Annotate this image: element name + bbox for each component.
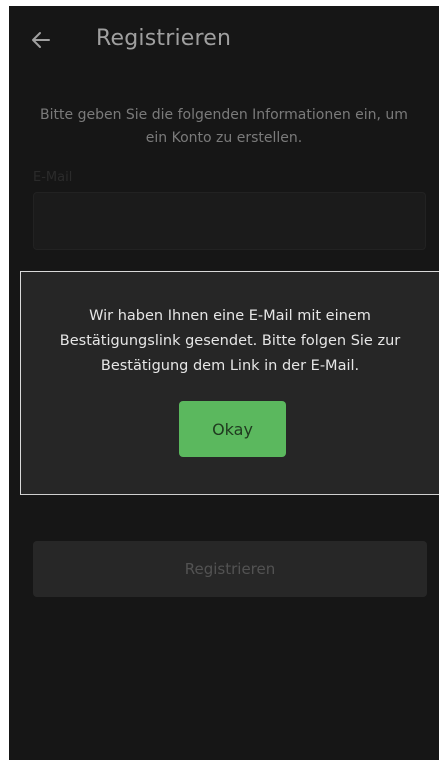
dialog-message-line: Bestätigungslink gesendet. Bitte folgen …	[59, 333, 401, 349]
dialog-message: Wir haben Ihnen eine E-Mail mit einem Be…	[21, 304, 439, 379]
okay-button[interactable]: Okay	[179, 401, 286, 457]
dialog-message-line: Bestätigung dem Link in der E-Mail.	[100, 358, 360, 374]
dialog-message-line: Wir haben Ihnen eine E-Mail mit einem	[89, 308, 371, 324]
confirmation-dialog: Wir haben Ihnen eine E-Mail mit einem Be…	[20, 271, 439, 495]
registration-screen: Registrieren Bitte geben Sie die folgend…	[9, 6, 439, 760]
